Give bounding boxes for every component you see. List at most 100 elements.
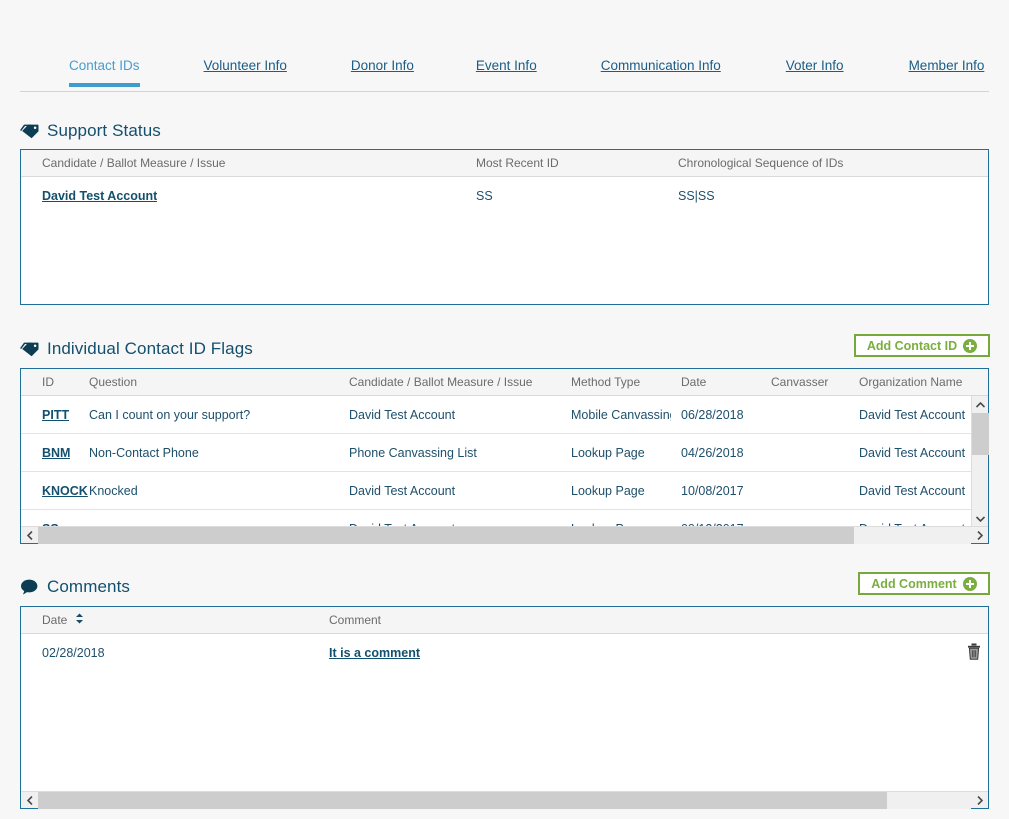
support-status-title: Support Status — [47, 121, 161, 140]
plus-circle-icon — [962, 576, 977, 591]
col-method-type[interactable]: Method Type — [571, 369, 640, 396]
cell-id: PITT — [42, 396, 69, 433]
candidate-link[interactable]: David Test Account — [42, 189, 157, 203]
col-date-label: Date — [42, 613, 68, 627]
cell-id: SS — [42, 510, 59, 528]
contact-id-link[interactable]: PITT — [42, 408, 69, 422]
cell-question: Knocked — [89, 483, 138, 498]
horizontal-scroll-thumb[interactable] — [38, 791, 887, 809]
contact-id-flags-table-header: ID Question Candidate / Ballot Measure /… — [21, 369, 988, 396]
cell-method-type: Lookup Page — [571, 445, 645, 460]
trash-icon[interactable] — [967, 643, 981, 663]
tab-list: Contact IDs Volunteer Info Donor Info Ev… — [20, 48, 989, 91]
scroll-right-arrow[interactable] — [971, 527, 988, 544]
cell-organization: David Test Account — [859, 510, 971, 528]
tag-icon — [20, 124, 39, 139]
cell-canvasser — [771, 510, 851, 527]
horizontal-scroll-track[interactable] — [38, 526, 971, 544]
contact-id-flags-panel: ID Question Candidate / Ballot Measure /… — [20, 368, 989, 544]
speech-bubble-icon — [20, 579, 39, 595]
col-id[interactable]: ID — [42, 369, 54, 396]
add-comment-label: Add Comment — [871, 576, 957, 591]
col-canvasser[interactable]: Canvasser — [771, 369, 828, 396]
cell-canvasser — [771, 472, 851, 509]
comments-panel: Date Comment 02/28/2018 It is a comment — [20, 606, 989, 809]
tab-member-info[interactable]: Member Info — [909, 48, 985, 73]
table-row: 02/28/2018 It is a comment — [21, 634, 988, 672]
contact-ids-page: Contact IDs Volunteer Info Donor Info Ev… — [0, 0, 1009, 819]
cell-candidate: Phone Canvassing List — [349, 445, 477, 460]
col-candidate: Candidate / Ballot Measure / Issue — [42, 156, 226, 170]
cell-delete — [961, 634, 987, 672]
cell-method-type: Lookup Page — [571, 483, 645, 498]
scroll-left-arrow[interactable] — [21, 527, 38, 544]
cell-date: 09/12/2017 — [681, 510, 766, 528]
cell-id: KNOCK — [42, 472, 88, 509]
plus-circle-icon — [963, 338, 978, 353]
contact-id-link[interactable]: KNOCK — [42, 484, 88, 498]
contact-id-flags-body: PITT Can I count on your support? David … — [21, 396, 971, 527]
tab-bar: Contact IDs Volunteer Info Donor Info Ev… — [20, 48, 989, 92]
comment-link[interactable]: It is a comment — [329, 646, 420, 660]
add-comment-button[interactable]: Add Comment — [858, 572, 990, 595]
support-status-panel: Candidate / Ballot Measure / Issue Most … — [20, 149, 989, 305]
tag-icon — [20, 342, 39, 357]
support-status-heading: Support Status — [20, 118, 161, 144]
table-row: BNM Non-Contact Phone Phone Canvassing L… — [21, 434, 971, 472]
cell-organization: David Test Account — [859, 407, 966, 422]
table-row: PITT Can I count on your support? David … — [21, 396, 971, 434]
scroll-left-arrow[interactable] — [21, 792, 38, 809]
cell-question: Non-Contact Phone — [89, 445, 199, 460]
cell-canvasser — [771, 434, 851, 471]
cell-canvasser — [771, 396, 851, 433]
add-contact-id-label: Add Contact ID — [866, 338, 958, 353]
comments-table-header: Date Comment — [21, 607, 988, 634]
tab-volunteer-info[interactable]: Volunteer Info — [204, 48, 287, 73]
col-organization[interactable]: Organization Name — [859, 369, 962, 396]
col-date[interactable]: Date — [42, 607, 84, 634]
tab-voter-info[interactable]: Voter Info — [786, 48, 844, 73]
cell-candidate: David Test Account — [42, 177, 157, 215]
sort-arrows-icon[interactable] — [75, 613, 84, 624]
comments-heading: Comments — [20, 574, 130, 600]
scroll-right-arrow[interactable] — [971, 792, 988, 809]
cell-candidate: David Test Account — [349, 510, 564, 528]
support-status-table-header: Candidate / Ballot Measure / Issue Most … — [21, 150, 988, 177]
horizontal-scroll-track[interactable] — [38, 791, 971, 809]
tab-event-info[interactable]: Event Info — [476, 48, 537, 73]
col-question[interactable]: Question — [89, 369, 137, 396]
cell-organization: David Test Account — [859, 445, 966, 460]
cell-method-type: Lookup Page — [571, 510, 671, 528]
scroll-up-arrow[interactable] — [972, 396, 989, 413]
cell-candidate: David Test Account — [349, 407, 456, 422]
tab-donor-info[interactable]: Donor Info — [351, 48, 414, 73]
comments-title: Comments — [47, 577, 130, 596]
cell-chronological: SS|SS — [678, 189, 715, 203]
cell-comment: It is a comment — [329, 634, 829, 672]
table-row: SS David Test Account Lookup Page 09/12/… — [21, 510, 971, 528]
contact-id-flags-title: Individual Contact ID Flags — [47, 339, 253, 358]
horizontal-scroll-thumb[interactable] — [38, 526, 854, 544]
vertical-scrollbar[interactable] — [971, 396, 989, 527]
col-comment[interactable]: Comment — [329, 607, 381, 634]
col-date[interactable]: Date — [681, 369, 706, 396]
tab-communication-info[interactable]: Communication Info — [601, 48, 721, 73]
cell-candidate: David Test Account — [349, 483, 456, 498]
col-chronological: Chronological Sequence of IDs — [678, 156, 844, 170]
cell-method-type: Mobile Canvassing — [571, 407, 671, 422]
table-row: David Test Account SS SS|SS — [21, 177, 988, 215]
cell-question — [89, 510, 339, 527]
contact-id-flags-heading: Individual Contact ID Flags — [20, 336, 253, 362]
add-contact-id-button[interactable]: Add Contact ID — [854, 334, 990, 357]
cell-date: 04/26/2018 — [681, 445, 744, 460]
cell-organization: David Test Account — [859, 483, 966, 498]
tab-contact-ids[interactable]: Contact IDs — [69, 48, 140, 87]
horizontal-scrollbar[interactable] — [21, 526, 988, 544]
col-candidate[interactable]: Candidate / Ballot Measure / Issue — [349, 369, 532, 396]
contact-id-link[interactable]: BNM — [42, 446, 70, 460]
vertical-scroll-track[interactable] — [971, 413, 989, 510]
vertical-scroll-thumb[interactable] — [971, 413, 989, 455]
scroll-down-arrow[interactable] — [972, 510, 989, 527]
horizontal-scrollbar[interactable] — [21, 791, 988, 809]
cell-date: 06/28/2018 — [681, 407, 744, 422]
